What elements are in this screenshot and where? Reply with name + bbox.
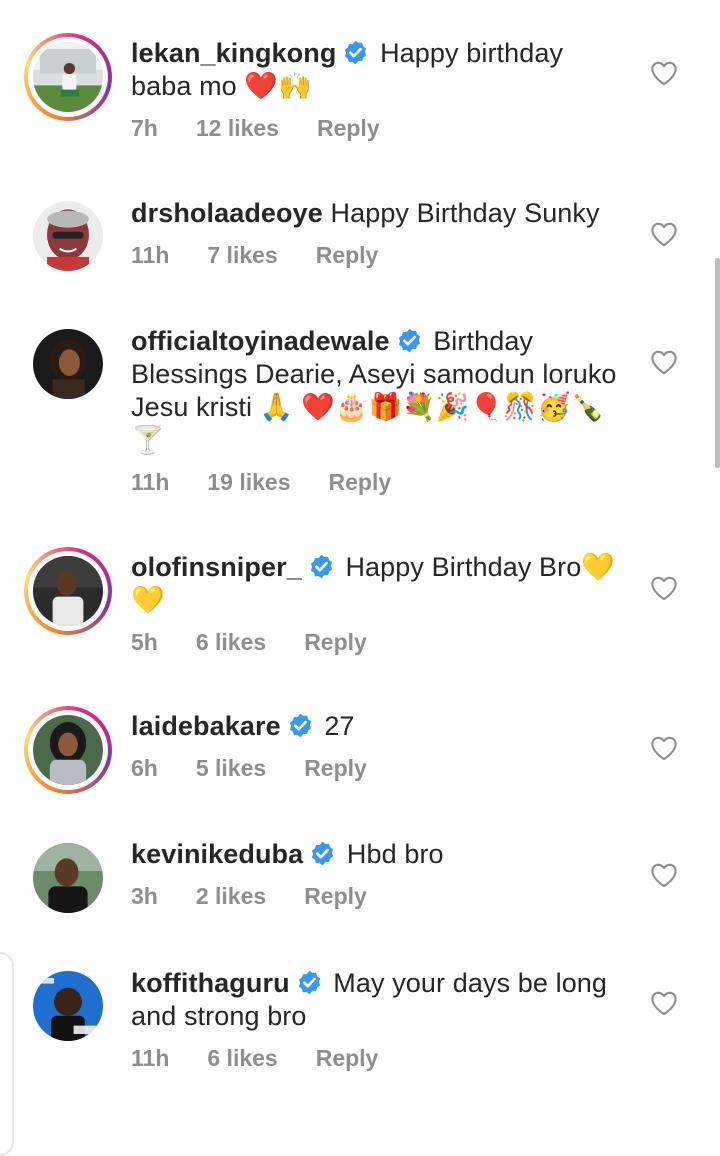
comment-meta: 5h 6 likes Reply [131,627,631,657]
comment-text: olofinsniper_ Happy Birthday Bro💛💛 [131,551,631,617]
avatar-photo [33,843,103,913]
comment-text: koffithaguru May your days be long and s… [131,967,631,1033]
comment-username[interactable]: laidebakare [131,711,281,741]
comment-likes[interactable]: 7 likes [207,240,277,270]
comment-meta: 11h 19 likes Reply [131,467,631,497]
comment-body: Hbd bro [346,839,444,869]
comment-likes[interactable]: 2 likes [196,881,266,911]
verified-badge-icon [287,712,314,739]
avatar[interactable] [24,33,112,121]
comment-text: kevinikeduba Hbd bro [131,838,631,871]
comment-time: 11h [131,242,170,268]
sheet-edge [0,952,14,1156]
comment-time: 11h [131,1045,170,1071]
verified-badge-icon [309,840,336,867]
heart-outline-icon[interactable] [650,990,678,1016]
comment-time: 7h [131,115,158,141]
reply-button[interactable]: Reply [316,1043,379,1073]
reply-button[interactable]: Reply [304,627,367,657]
reply-button[interactable]: Reply [304,753,367,783]
comment-text: laidebakare 27 [131,710,631,743]
comment-likes[interactable]: 6 likes [196,627,266,657]
heart-outline-icon[interactable] [650,862,678,888]
heart-outline-icon[interactable] [650,60,678,86]
avatar[interactable] [24,962,112,1050]
comment-body: Happy Birthday Sunky [330,198,600,228]
verified-badge-icon [396,327,423,354]
avatar-photo [33,201,103,271]
avatar-photo [33,715,103,785]
heart-outline-icon[interactable] [650,575,678,601]
comment-time: 5h [131,629,158,655]
comment-text: officialtoyinadewale Birthday Blessings … [131,325,631,457]
comment-text: lekan_kingkong Happy birthday baba mo ❤️… [131,37,631,103]
comment-likes[interactable]: 6 likes [207,1043,277,1073]
comment-meta: 11h 7 likes Reply [131,240,631,270]
comment-meta: 3h 2 likes Reply [131,881,631,911]
comment-meta: 7h 12 likes Reply [131,113,631,143]
comment-likes[interactable]: 12 likes [196,113,279,143]
comment-username[interactable]: drsholaadeoye [131,198,323,228]
heart-outline-icon[interactable] [650,735,678,761]
comment-likes[interactable]: 5 likes [196,753,266,783]
reply-button[interactable]: Reply [329,467,392,497]
comment-likes[interactable]: 19 likes [207,467,290,497]
avatar[interactable] [24,547,112,635]
reply-button[interactable]: Reply [316,240,379,270]
verified-badge-icon [308,553,335,580]
avatar[interactable] [24,706,112,794]
comment-username[interactable]: officialtoyinadewale [131,326,390,356]
comment-time: 6h [131,755,158,781]
verified-badge-icon [296,969,323,996]
comment-meta: 11h 6 likes Reply [131,1043,631,1073]
avatar-photo [33,329,103,399]
avatar[interactable] [24,192,112,280]
comment-meta: 6h 5 likes Reply [131,753,631,783]
avatar[interactable] [24,834,112,922]
comment-username[interactable]: lekan_kingkong [131,38,336,68]
comment-body: 27 [324,711,355,741]
comment-username[interactable]: koffithaguru [131,968,290,998]
verified-badge-icon [342,39,369,66]
reply-button[interactable]: Reply [304,881,367,911]
avatar-photo [33,556,103,626]
comment-text: drsholaadeoye Happy Birthday Sunky [131,197,631,230]
avatar-photo [33,42,103,112]
comment-time: 3h [131,883,158,909]
avatar[interactable] [24,320,112,408]
reply-button[interactable]: Reply [317,113,380,143]
comment-username[interactable]: kevinikeduba [131,839,303,869]
scrollbar[interactable] [715,258,720,468]
comment-time: 11h [131,469,170,495]
heart-outline-icon[interactable] [650,221,678,247]
heart-outline-icon[interactable] [650,349,678,375]
comment-username[interactable]: olofinsniper_ [131,552,302,582]
avatar-photo [33,971,103,1041]
